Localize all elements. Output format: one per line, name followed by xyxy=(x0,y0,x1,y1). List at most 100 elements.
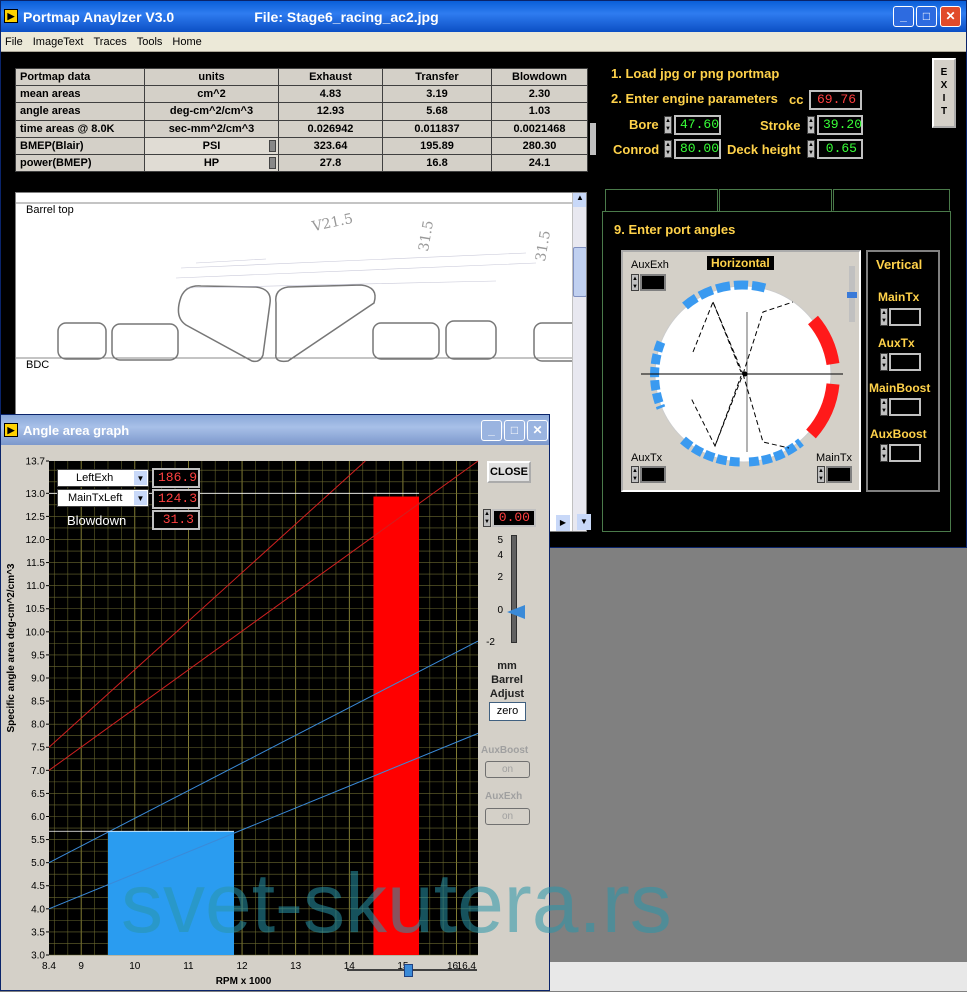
close-button[interactable]: ✕ xyxy=(940,6,961,27)
vertical-item-label: MainBoost xyxy=(869,381,931,395)
conrod-input[interactable]: 80.00 xyxy=(674,139,721,159)
bore-input[interactable]: 47.60 xyxy=(674,115,721,135)
vertical-label: Vertical xyxy=(876,257,923,272)
v-auxtx-spinner[interactable]: ▲ ▼ xyxy=(880,353,888,371)
menu-home[interactable]: Home xyxy=(172,36,201,48)
v-auxboost-spinner[interactable]: ▲ ▼ xyxy=(880,444,888,462)
auxtx-h-spinner[interactable]: ▲ ▼ xyxy=(631,466,639,483)
minimize-button[interactable]: _ xyxy=(893,6,914,27)
graph-maximize-button[interactable]: □ xyxy=(504,420,525,441)
barrel-adjust-value[interactable]: 0.00 xyxy=(492,509,536,527)
auxtx-h-input[interactable] xyxy=(640,466,666,483)
auxboost-toggle[interactable]: on xyxy=(485,761,530,778)
slider-thumb[interactable] xyxy=(847,292,857,298)
transfer-angle-value: 124.3 xyxy=(152,489,200,509)
exhaust-port-select[interactable]: LeftExh ▼ xyxy=(57,469,149,487)
table-cell: time areas @ 8.0K xyxy=(15,119,145,138)
auxexh-toggle[interactable]: on xyxy=(485,808,530,825)
table-cell: power(BMEP) xyxy=(15,153,145,173)
vertical-item-label: MainTx xyxy=(878,290,920,304)
graph-app-icon: ▶ xyxy=(4,423,18,437)
stroke-label: Stroke xyxy=(760,118,801,133)
table-cell: 0.011837 xyxy=(382,119,492,138)
auxexh-input[interactable] xyxy=(640,274,666,291)
maximize-button[interactable]: □ xyxy=(916,6,937,27)
auxexh-spinner[interactable]: ▲ ▼ xyxy=(631,274,639,291)
table-scroll-handle[interactable] xyxy=(590,123,596,155)
tab-3[interactable] xyxy=(833,189,950,211)
horizontal-slider[interactable] xyxy=(847,266,857,322)
v-mainboost-input[interactable] xyxy=(889,398,921,416)
deck-spinner[interactable]: ▲ ▼ xyxy=(807,140,815,158)
menu-tools[interactable]: Tools xyxy=(137,36,163,48)
y-tick-label: 5.0 xyxy=(31,858,45,869)
maintx-h-input[interactable] xyxy=(826,466,852,483)
units-select-hp[interactable]: HP xyxy=(144,153,279,173)
menu-imagetext[interactable]: ImageText xyxy=(33,36,84,48)
y-tick-label: 6.0 xyxy=(31,812,45,823)
deck-height-label: Deck height xyxy=(727,142,801,157)
x-tick-label: 12 xyxy=(236,961,248,972)
v-maintx-input[interactable] xyxy=(889,308,921,326)
table-row: angle areas deg-cm^2/cm^3 12.93 5.68 1.0… xyxy=(15,102,588,121)
v-maintx-spinner[interactable]: ▲ ▼ xyxy=(880,308,888,326)
barrel-caption-line: Adjust xyxy=(489,688,525,700)
table-cell: 2.30 xyxy=(491,85,588,104)
y-tick-label: 4.5 xyxy=(31,881,45,892)
scroll-up-icon[interactable]: ▲ xyxy=(573,193,586,207)
table-header: Exhaust xyxy=(278,67,383,87)
table-row: mean areas cm^2 4.83 3.19 2.30 xyxy=(15,85,588,104)
y-tick-label: 6.5 xyxy=(31,789,45,800)
port-diagram-frame: Horizontal AuxExh ▲ ▼ AuxTx ▲ ▼ MainTx ▲ ▼ xyxy=(621,250,861,492)
angle-area-graph-window: ▶ Angle area graph _ □ ✕ 3.0 3.5 4.0 4.5 5.0… xyxy=(0,414,672,991)
table-header: Blowdown xyxy=(491,67,588,87)
graph-close-button[interactable]: ✕ xyxy=(527,420,548,441)
y-tick-label: 3.0 xyxy=(31,951,45,962)
barrel-adjust-slider[interactable] xyxy=(511,535,517,643)
stroke-spinner[interactable]: ▲ ▼ xyxy=(807,116,815,134)
transfer-port-select[interactable]: MainTxLeft ▼ xyxy=(57,489,149,507)
table-cell: 323.64 xyxy=(278,136,383,155)
barrel-slider-thumb[interactable] xyxy=(507,605,525,619)
app-title: Portmap Anaylzer V3.0 xyxy=(23,8,175,25)
exhaust-port-select-value: LeftExh xyxy=(76,472,114,484)
transfer-port-select-value: MainTxLeft xyxy=(68,492,123,504)
menu-file[interactable]: File xyxy=(5,36,23,48)
scroll-right-icon[interactable]: ▶ xyxy=(556,515,570,531)
menu-bar: File ImageText Traces Tools Home xyxy=(1,32,966,52)
table-cell: 280.30 xyxy=(491,136,588,155)
table-header: Transfer xyxy=(382,67,492,87)
graph-close-label-button[interactable]: CLOSE xyxy=(487,461,531,483)
maintx-h-spinner[interactable]: ▲ ▼ xyxy=(817,466,825,483)
units-select-psi[interactable]: PSI xyxy=(144,136,279,155)
v-auxtx-input[interactable] xyxy=(889,353,921,371)
auxboost-label: AuxBoost xyxy=(481,745,529,756)
exhaust-angle-value: 186.9 xyxy=(152,468,200,488)
conrod-spinner[interactable]: ▲ ▼ xyxy=(664,140,672,158)
deck-height-input[interactable]: 0.65 xyxy=(817,139,863,159)
barrel-top-label: Barrel top xyxy=(26,204,74,216)
slider-tick: 5 xyxy=(497,535,503,546)
bore-spinner[interactable]: ▲ ▼ xyxy=(664,116,672,134)
stroke-input[interactable]: 39.20 xyxy=(817,115,863,135)
tab-1[interactable] xyxy=(605,189,718,211)
y-tick-label: 3.5 xyxy=(31,927,45,938)
y-tick-label: 13.7 xyxy=(26,457,46,468)
maintx-label: MainTx xyxy=(816,452,853,464)
rpm-slider-thumb[interactable] xyxy=(404,964,413,977)
scroll-thumb[interactable] xyxy=(573,247,586,297)
scroll-down-icon[interactable]: ▼ xyxy=(577,514,591,530)
zero-button[interactable]: zero xyxy=(489,702,526,721)
barrel-adjust-spinner[interactable]: ▲ ▼ xyxy=(483,509,491,527)
exit-button[interactable]: EXIT xyxy=(932,58,956,128)
y-tick-label: 4.0 xyxy=(31,904,45,915)
v-auxboost-input[interactable] xyxy=(889,444,921,462)
graph-minimize-button[interactable]: _ xyxy=(481,420,502,441)
step-port-angles: 9. Enter port angles xyxy=(614,222,736,237)
tab-2[interactable] xyxy=(719,189,832,211)
image-vertical-scrollbar[interactable]: ▲ xyxy=(572,193,586,531)
menu-traces[interactable]: Traces xyxy=(93,36,126,48)
y-tick-label: 7.0 xyxy=(31,766,45,777)
v-mainboost-spinner[interactable]: ▲ ▼ xyxy=(880,398,888,416)
step-load-jpg[interactable]: 1. Load jpg or png portmap xyxy=(611,66,779,81)
